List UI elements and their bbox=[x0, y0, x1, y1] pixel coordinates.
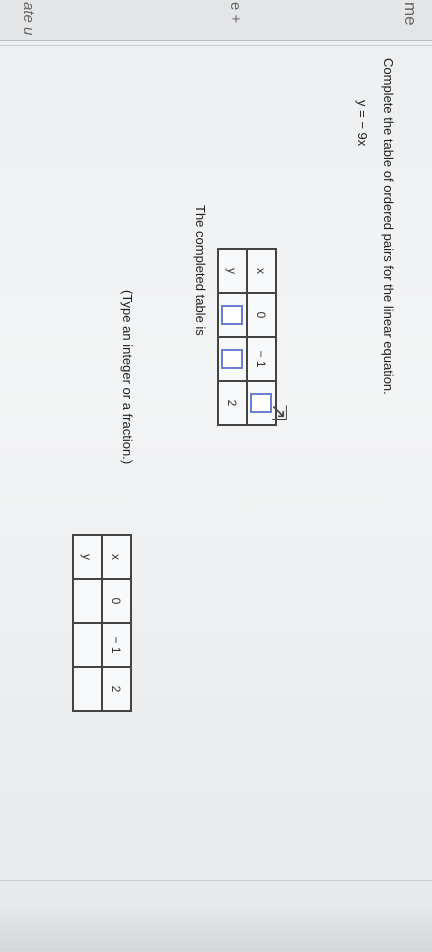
ref-x-cell: 2 bbox=[102, 667, 131, 711]
question-prompt: Complete the table of ordered pairs for … bbox=[381, 58, 396, 395]
equation: y = − 9x bbox=[355, 100, 370, 147]
ref-y-cell bbox=[73, 579, 102, 623]
sidebar-fragment-top: me bbox=[401, 2, 420, 26]
sidebar-fragment-mid[interactable]: e + bbox=[227, 2, 244, 23]
answer-input-x[interactable] bbox=[250, 393, 273, 413]
x-cell: − 1 bbox=[247, 337, 276, 381]
table-row: x 0 − 1 2 bbox=[102, 535, 131, 711]
answer-input-y0[interactable] bbox=[221, 305, 244, 325]
answer-input-y1[interactable] bbox=[221, 349, 244, 369]
mouse-cursor-icon: ⇲ bbox=[271, 402, 288, 425]
x-cell: 0 bbox=[247, 293, 276, 337]
answer-input-cell bbox=[218, 293, 247, 337]
table-label: The completed table is bbox=[193, 205, 208, 336]
ref-header-y: y bbox=[73, 535, 102, 579]
edge-shadow bbox=[0, 900, 432, 952]
x-cell: 2 bbox=[218, 381, 247, 425]
left-sidebar bbox=[0, 0, 432, 41]
reference-table: x 0 − 1 2 y bbox=[72, 534, 132, 712]
ref-y-cell bbox=[73, 623, 102, 667]
ref-x-cell: − 1 bbox=[102, 623, 131, 667]
input-hint: (Type an integer or a fraction.) bbox=[120, 290, 135, 465]
sidebar-fragment-bottom[interactable]: ate u bbox=[20, 2, 37, 35]
table-row: y bbox=[73, 535, 102, 711]
ref-x-cell: 0 bbox=[102, 579, 131, 623]
ref-y-cell bbox=[73, 667, 102, 711]
ref-header-x: x bbox=[102, 535, 131, 579]
answer-input-cell bbox=[218, 337, 247, 381]
answer-table: x 0 − 1 y 2 bbox=[217, 248, 277, 426]
header-y: y bbox=[218, 249, 247, 293]
left-divider bbox=[0, 45, 432, 46]
table-row: y 2 bbox=[218, 249, 247, 425]
table-row: x 0 − 1 bbox=[247, 249, 276, 425]
header-x: x bbox=[247, 249, 276, 293]
right-divider bbox=[0, 880, 432, 881]
